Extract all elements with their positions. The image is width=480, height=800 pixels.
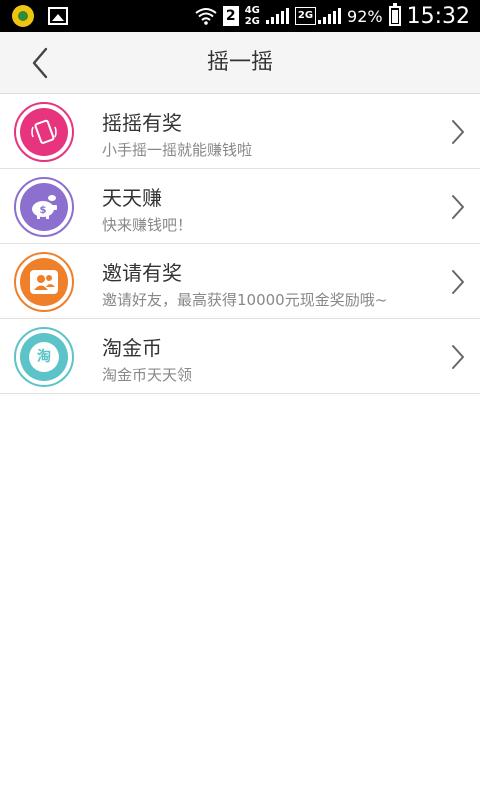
item-title: 淘金币: [102, 336, 162, 360]
item-icon-ring: [14, 102, 74, 162]
item-subtitle: 邀请好友，最高获得10000元现金奖励哦~: [102, 291, 388, 309]
piggy-bank-icon: $: [20, 183, 68, 231]
item-title: 邀请有奖: [102, 261, 182, 285]
item-subtitle: 快来赚钱吧！: [102, 216, 193, 234]
back-button[interactable]: [22, 45, 62, 81]
taobao-coin-icon: 淘: [20, 333, 68, 381]
list-item-taobao-coin[interactable]: 淘 淘金币 淘金币天天领: [0, 319, 480, 394]
chevron-right-icon: [452, 120, 464, 144]
battery-percent: 92%: [347, 6, 383, 26]
wifi-icon: [195, 8, 217, 25]
gallery-notification-icon: [48, 7, 68, 25]
list-item-invite-reward[interactable]: 邀请有奖 邀请好友，最高获得10000元现金奖励哦~: [0, 244, 480, 319]
signal-bars-icon: [265, 8, 289, 24]
page-title: 摇一摇: [206, 50, 273, 75]
menu-list: 摇摇有奖 小手摇一摇就能赚钱啦 $ 天天赚 快来赚钱吧！ 邀请有奖 邀请好友，最…: [0, 94, 480, 394]
coin-label: 淘: [29, 342, 59, 372]
item-icon-ring: 淘: [14, 327, 74, 387]
status-bar: 2 4G 2G 2G 92% 15:32: [0, 0, 480, 32]
phone-shake-icon: [20, 108, 68, 156]
chevron-right-icon: [452, 195, 464, 219]
chevron-left-icon: [32, 47, 48, 79]
item-title: 天天赚: [102, 186, 162, 210]
app-notification-icon: [12, 5, 34, 27]
item-subtitle: 淘金币天天领: [102, 366, 193, 384]
app-header: 摇一摇: [0, 32, 480, 94]
item-icon-ring: $: [14, 177, 74, 237]
chevron-right-icon: [452, 345, 464, 369]
chevron-right-icon: [452, 270, 464, 294]
svg-text:$: $: [40, 205, 47, 216]
item-subtitle: 小手摇一摇就能赚钱啦: [102, 141, 253, 159]
sim-slot-badge: 2: [222, 6, 239, 26]
item-icon-ring: [14, 252, 74, 312]
invite-users-icon: [20, 258, 68, 306]
network-type-top: 4G: [244, 4, 260, 16]
list-item-daily-earn[interactable]: $ 天天赚 快来赚钱吧！: [0, 169, 480, 244]
battery-icon: [388, 3, 401, 26]
clock-time: 15:32: [406, 3, 470, 29]
network-type-bottom: 2G: [244, 15, 260, 27]
list-item-shake-reward[interactable]: 摇摇有奖 小手摇一摇就能赚钱啦: [0, 94, 480, 169]
item-title: 摇摇有奖: [102, 111, 182, 135]
signal-bars-secondary-icon: [318, 8, 342, 24]
network-2g-label: 2G: [294, 7, 317, 25]
